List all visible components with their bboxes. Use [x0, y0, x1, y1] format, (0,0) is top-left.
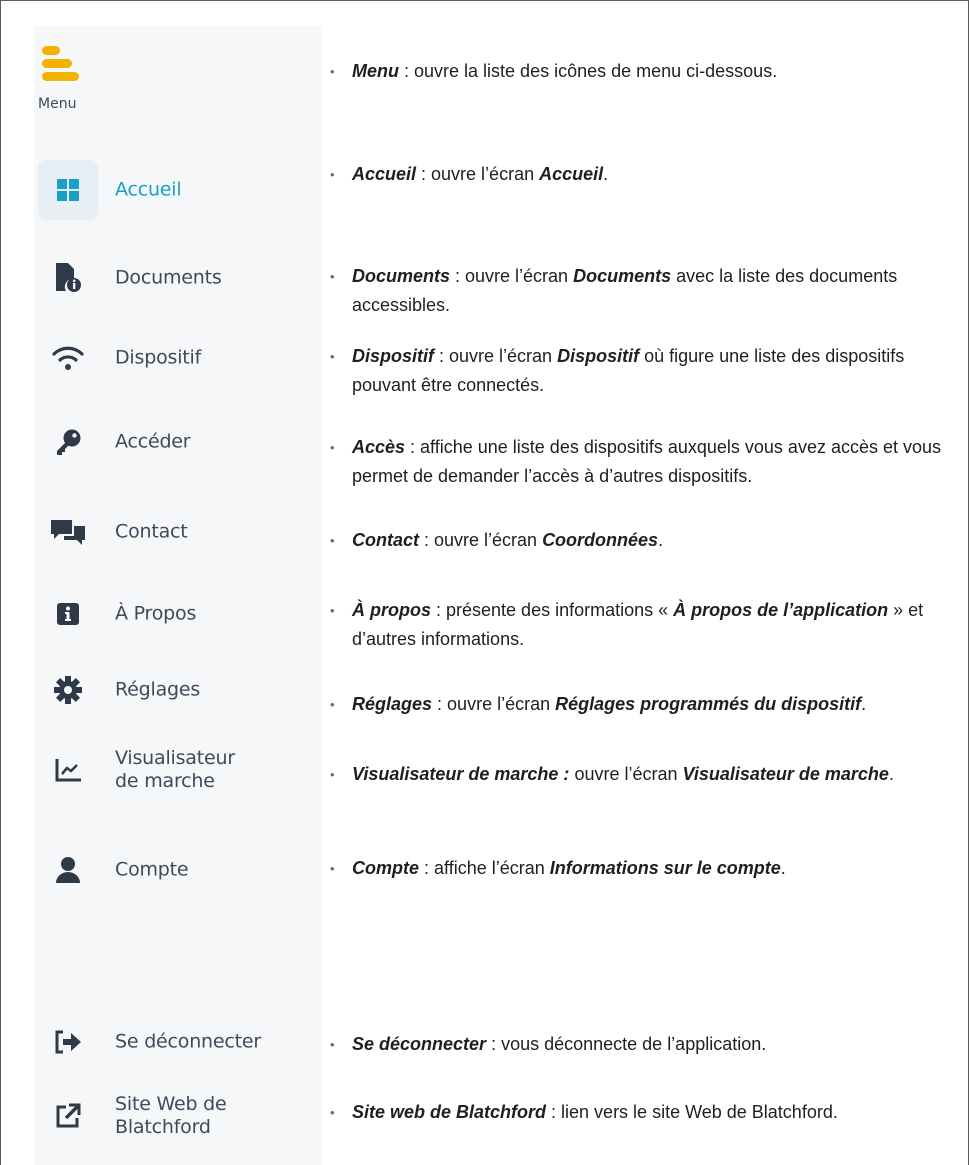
- nav-label-reglages: Réglages: [115, 678, 201, 701]
- desc-apropos: À propos : présente des informations « À…: [330, 596, 960, 654]
- nav-item-dispositif[interactable]: Dispositif: [34, 328, 322, 388]
- menu-button[interactable]: Menu: [38, 44, 98, 114]
- desc-dispositif: Dispositif : ouvre l’écran Dispositif où…: [330, 342, 960, 400]
- nav-item-reglages[interactable]: Réglages: [34, 660, 322, 720]
- gear-icon: [38, 660, 98, 720]
- desc-deconnecter: Se déconnecter : vous déconnecte de l’ap…: [330, 1030, 960, 1059]
- desc-acces: Accès : affiche une liste des dispositif…: [330, 433, 960, 491]
- chart-icon: [38, 740, 98, 800]
- nav-label-compte: Compte: [115, 858, 189, 881]
- nav-label-dispositif: Dispositif: [115, 346, 202, 369]
- grid-icon: [38, 160, 98, 220]
- desc-visualisateur: Visualisateur de marche : ouvre l’écran …: [330, 760, 960, 789]
- external-link-icon: [38, 1086, 98, 1146]
- user-icon: [38, 840, 98, 900]
- nav-item-apropos[interactable]: À Propos: [34, 584, 322, 644]
- nav-item-documents[interactable]: Documents: [34, 248, 322, 308]
- nav-label-apropos: À Propos: [115, 602, 197, 625]
- desc-contact: Contact : ouvre l’écran Coordonnées.: [330, 526, 960, 555]
- nav-item-contact[interactable]: Contact: [34, 502, 322, 562]
- nav-label-deconnecter: Se déconnecter: [115, 1030, 261, 1053]
- nav-item-visualisateur[interactable]: Visualisateur de marche: [34, 732, 322, 808]
- info-icon: [38, 584, 98, 644]
- nav-label-acceder: Accéder: [115, 430, 191, 453]
- nav-item-siteweb[interactable]: Site Web de Blatchford: [34, 1080, 322, 1152]
- nav-label-siteweb: Site Web de Blatchford: [115, 1093, 227, 1138]
- document-info-icon: [38, 248, 98, 308]
- nav-label-documents: Documents: [115, 266, 222, 289]
- desc-reglages: Réglages : ouvre l’écran Réglages progra…: [330, 690, 960, 719]
- wifi-icon: [38, 328, 98, 388]
- desc-accueil: Accueil : ouvre l’écran Accueil.: [330, 160, 960, 189]
- desc-siteweb: Site web de Blatchford : lien vers le si…: [330, 1098, 960, 1127]
- desc-menu: Menu : ouvre la liste des icônes de menu…: [330, 57, 960, 86]
- desc-documents: Documents : ouvre l’écran Documents avec…: [330, 262, 960, 320]
- chat-icon: [38, 502, 98, 562]
- desc-compte: Compte : affiche l’écran Informations su…: [330, 854, 960, 883]
- nav-label-visualisateur: Visualisateur de marche: [115, 747, 235, 792]
- nav-item-deconnecter[interactable]: Se déconnecter: [34, 1012, 322, 1072]
- nav-item-acceder[interactable]: Accéder: [34, 412, 322, 472]
- nav-item-compte[interactable]: Compte: [34, 840, 322, 900]
- key-icon: [38, 412, 98, 472]
- logout-icon: [38, 1012, 98, 1072]
- nav-label-contact: Contact: [115, 520, 188, 543]
- nav-item-accueil[interactable]: Accueil: [34, 160, 322, 220]
- nav-label-accueil: Accueil: [115, 178, 182, 201]
- menu-label: Menu: [38, 96, 77, 112]
